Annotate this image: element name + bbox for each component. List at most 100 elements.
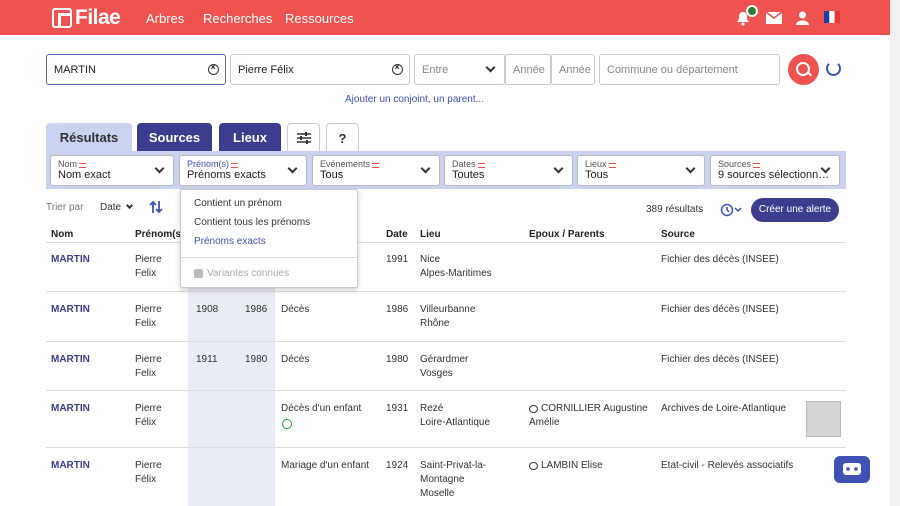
row-lieu: Gérardmer bbox=[420, 354, 469, 365]
col-nom[interactable]: Nom bbox=[51, 229, 73, 240]
filter-prenoms[interactable]: Prénom(s) Prénoms exacts bbox=[179, 155, 307, 186]
between-label: Entre bbox=[422, 64, 449, 76]
row-prenom: Pierre bbox=[135, 460, 162, 471]
filter-icon bbox=[372, 163, 380, 168]
row-birth-year: 1908 bbox=[196, 304, 219, 315]
row-nom[interactable]: MARTIN bbox=[51, 353, 90, 367]
clear-firstname-icon[interactable] bbox=[392, 62, 403, 75]
chat-bot-button[interactable] bbox=[834, 456, 870, 483]
divider bbox=[46, 390, 846, 391]
col-source[interactable]: Source bbox=[661, 229, 695, 240]
filter-sources-label: Sources bbox=[718, 159, 832, 169]
filae-logo[interactable]: Filae bbox=[52, 6, 121, 30]
row-death-year: 1980 bbox=[245, 354, 268, 365]
divider bbox=[46, 447, 846, 448]
row-lieu: Vosges bbox=[420, 368, 453, 379]
row-prenom: Felix bbox=[135, 268, 157, 279]
row-prenom: Pierre bbox=[135, 354, 162, 365]
tab-resultats[interactable]: Résultats bbox=[46, 123, 132, 152]
sort-order-icon[interactable] bbox=[149, 200, 163, 214]
filter-prenoms-label: Prénom(s) bbox=[187, 159, 299, 169]
surname-input[interactable]: MARTIN bbox=[46, 54, 226, 85]
row-source: Fichier des décès (INSEE) bbox=[661, 304, 779, 315]
col-date[interactable]: Date bbox=[386, 229, 408, 240]
row-date: 1931 bbox=[386, 403, 409, 414]
row-nom[interactable]: MARTIN bbox=[51, 459, 90, 473]
filter-icon bbox=[231, 163, 239, 168]
row-birth-year: 1911 bbox=[196, 354, 218, 365]
row-prenom: Pierre bbox=[135, 254, 162, 265]
year-to-input[interactable]: Année bbox=[551, 54, 595, 85]
filter-label-text: Prénom(s) bbox=[187, 159, 230, 169]
history-icon[interactable] bbox=[720, 203, 742, 217]
search-button[interactable] bbox=[788, 54, 819, 85]
col-epoux[interactable]: Epoux / Parents bbox=[529, 229, 605, 240]
row-lieu: Villeurbanne bbox=[420, 304, 476, 315]
date-range-select[interactable]: Entre bbox=[414, 54, 505, 85]
filter-dates-value: Toutes bbox=[452, 169, 485, 181]
check-circle-icon bbox=[282, 419, 292, 429]
surname-value: MARTIN bbox=[54, 64, 96, 76]
filter-dates[interactable]: Dates Toutes bbox=[444, 155, 573, 186]
row-lieu: Moselle bbox=[420, 488, 455, 499]
year-from-input[interactable]: Année bbox=[505, 54, 551, 85]
filter-label-text: Sources bbox=[718, 159, 752, 169]
create-alert-button[interactable]: Créer une alerte bbox=[751, 198, 839, 222]
tab-settings[interactable] bbox=[287, 123, 320, 152]
filter-sources[interactable]: Sources 9 sources sélectionn… bbox=[710, 155, 840, 186]
sort-label: Trier par bbox=[46, 202, 84, 213]
prenoms-dropdown-menu: Contient un prénom Contient tous les pré… bbox=[180, 189, 358, 288]
row-event: Mariage d'un enfant bbox=[281, 460, 370, 471]
row-event: Décès d'un enfant bbox=[281, 403, 362, 414]
row-nom[interactable]: MARTIN bbox=[51, 402, 90, 416]
option-contient-un-prenom[interactable]: Contient un prénom bbox=[194, 198, 282, 209]
option-contient-tous[interactable]: Contient tous les prénoms bbox=[194, 217, 310, 228]
row-nom[interactable]: MARTIN bbox=[51, 253, 90, 267]
firstname-input[interactable]: Pierre Félix bbox=[230, 54, 410, 85]
tab-sources[interactable]: Sources bbox=[137, 123, 212, 152]
col-prenoms[interactable]: Prénom(s) bbox=[135, 229, 184, 240]
tab-help[interactable]: ? bbox=[326, 123, 359, 152]
tab-lieux[interactable]: Lieux bbox=[219, 123, 281, 152]
document-thumbnail[interactable] bbox=[806, 401, 841, 437]
row-prenom: Pierre bbox=[135, 403, 162, 414]
col-lieu[interactable]: Lieu bbox=[420, 229, 441, 240]
row-prenom: Felix bbox=[135, 368, 157, 379]
clear-surname-icon[interactable] bbox=[208, 62, 219, 75]
page-scrollbar[interactable] bbox=[890, 0, 900, 506]
wedding-rings-icon bbox=[529, 405, 538, 413]
filter-icon bbox=[608, 163, 616, 168]
french-flag-icon[interactable] bbox=[824, 11, 840, 23]
row-lieu: Alpes-Maritimes bbox=[420, 268, 492, 279]
row-epoux[interactable]: CORNILLIER Augustine bbox=[541, 402, 648, 416]
chat-face-icon bbox=[843, 463, 861, 475]
nav-arbres[interactable]: Arbres bbox=[146, 11, 184, 26]
variantes-label: Variantes connues bbox=[207, 268, 290, 279]
brand-name: Filae bbox=[75, 6, 121, 29]
option-prenoms-exacts[interactable]: Prénoms exacts bbox=[194, 236, 266, 247]
nav-recherches[interactable]: Recherches bbox=[203, 11, 272, 26]
row-epoux: Amélie bbox=[529, 417, 560, 428]
filter-icon bbox=[79, 163, 87, 168]
filter-evenements[interactable]: Evénements Tous bbox=[312, 155, 440, 186]
filter-label-text: Lieux bbox=[585, 159, 607, 169]
place-input[interactable]: Commune ou département bbox=[599, 54, 780, 85]
filter-evenements-value: Tous bbox=[320, 169, 344, 181]
row-nom[interactable]: MARTIN bbox=[51, 303, 90, 317]
filter-icon bbox=[753, 163, 761, 168]
user-icon[interactable] bbox=[796, 11, 809, 25]
filter-lieux[interactable]: Lieux Tous bbox=[577, 155, 705, 186]
row-epoux[interactable]: LAMBIN Elise bbox=[541, 459, 603, 473]
filter-nom[interactable]: Nom Nom exact bbox=[50, 155, 174, 186]
sort-select[interactable]: Date bbox=[100, 201, 133, 213]
reset-icon[interactable] bbox=[826, 61, 841, 76]
nav-ressources[interactable]: Ressources bbox=[285, 11, 354, 26]
row-prenom: Felix bbox=[135, 318, 157, 329]
row-source: Fichier des décès (INSEE) bbox=[661, 254, 779, 265]
add-relative-link[interactable]: Ajouter un conjoint, un parent... bbox=[345, 94, 484, 105]
mail-icon[interactable] bbox=[766, 12, 782, 24]
row-lieu: Nice bbox=[420, 254, 441, 265]
variantes-checkbox[interactable] bbox=[194, 269, 203, 278]
divider bbox=[46, 341, 846, 342]
sort-value: Date bbox=[100, 202, 122, 213]
